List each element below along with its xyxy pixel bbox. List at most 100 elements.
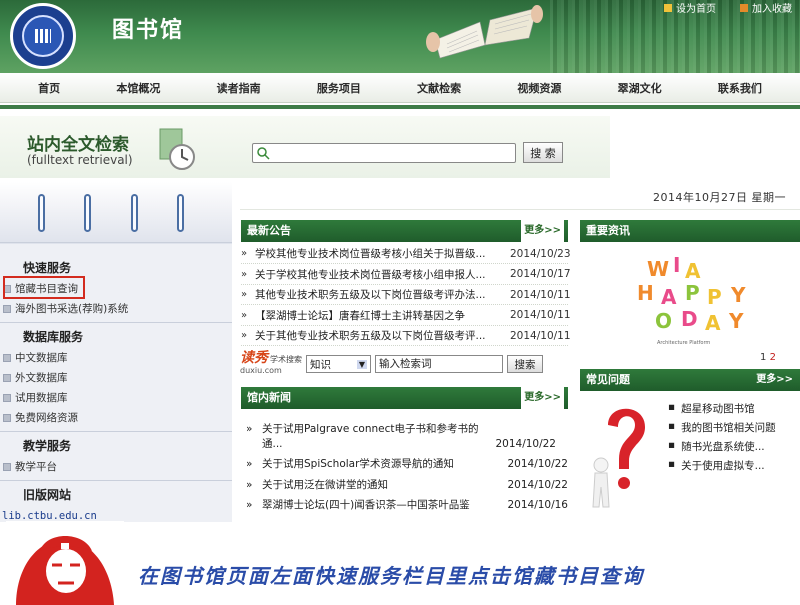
announcement-title[interactable]: 关于其他专业技术职务五级及以下岗位晋级考评... [255, 328, 510, 343]
svg-text:I: I [673, 253, 680, 277]
page-2[interactable]: 2 [770, 352, 776, 363]
news-title[interactable]: 关于试用SpiScholar学术资源导航的通知 [262, 457, 504, 472]
instruction-text: 在图书馆页面左面快速服务栏目里点击馆藏书目查询 [138, 564, 644, 588]
sidebar-item-chinese-db[interactable]: 中文数据库 [0, 348, 232, 368]
duxiu-search-button[interactable]: 搜索 [507, 355, 543, 373]
announcement-date: 2014/10/11 [510, 329, 571, 342]
announcement-title[interactable]: 【翠湖博士论坛】唐春红博士主讲转基因之争 [255, 308, 510, 323]
sidebar-item-teaching-platform[interactable]: 教学平台 [0, 457, 232, 477]
page-1[interactable]: 1 [760, 352, 766, 363]
sidebar-item-overseas-books[interactable]: 海外图书采选(荐购)系统 [0, 299, 232, 319]
question-mark-figure [592, 408, 645, 508]
news-more-link[interactable]: 更多>> [521, 387, 564, 409]
announcement-date: 2014/10/17 [510, 268, 571, 280]
news-date: 2014/10/22 [507, 479, 568, 491]
database-services-heading: 数据库服务 [23, 330, 84, 344]
svg-text:H: H [637, 281, 654, 305]
announcement-row[interactable]: » 其他专业技术职务五级及以下岗位晋级考评办法... 2014/10/11 [241, 285, 571, 305]
svg-text:A: A [705, 311, 721, 335]
news-date: 2014/10/16 [507, 499, 568, 511]
search-icon [257, 147, 270, 160]
news-header: 馆内新闻 更多>> [241, 387, 568, 409]
announcements-more-link[interactable]: 更多>> [521, 220, 564, 242]
faq-item[interactable]: ▪ 超星移动图书馆 [668, 401, 755, 416]
ring-decoration [38, 194, 45, 232]
announcement-date: 2014/10/11 [510, 309, 571, 321]
bullet-icon: ▪ [668, 420, 676, 432]
fulltext-search-button[interactable]: 搜 索 [523, 142, 563, 163]
news-title[interactable]: 翠湖博士论坛(四十)闻香识茶—中国茶叶品鉴 [262, 498, 504, 513]
news-title[interactable]: 关于试用泛在微讲堂的通知 [262, 478, 504, 493]
faq-item[interactable]: ▪ 关于使用虚拟专... [668, 458, 765, 473]
svg-text:Y: Y [728, 309, 744, 333]
news-date: 2014/10/22 [495, 438, 556, 450]
arrow-icon: » [241, 309, 248, 321]
faq-item[interactable]: ▪ 随书光盘系统使... [668, 439, 765, 454]
arrow-icon: » [241, 248, 248, 259]
bullet-icon: ▪ [668, 439, 676, 451]
nav-reader-guide[interactable]: 读者指南 [217, 80, 261, 96]
svg-text:W: W [647, 257, 669, 281]
add-favorite-link[interactable]: 加入收藏 [740, 0, 792, 15]
svg-text:Y: Y [730, 283, 746, 307]
svg-text:Architecture Platform: Architecture Platform [657, 340, 710, 346]
chevron-down-icon: ▼ [356, 359, 367, 369]
top-links: 设为首页 加入收藏 [664, 0, 792, 15]
notebook-rings [0, 182, 232, 244]
ring-decoration [177, 194, 184, 232]
nav-contact[interactable]: 联系我们 [718, 80, 762, 96]
bullet-icon [3, 374, 11, 382]
nav-video[interactable]: 视频资源 [517, 80, 561, 96]
faq-more-link[interactable]: 更多>> [753, 369, 796, 391]
set-homepage-link[interactable]: 设为首页 [664, 0, 716, 15]
announcement-title[interactable]: 其他专业技术职务五级及以下岗位晋级考评办法... [255, 287, 510, 302]
svg-text:P: P [685, 281, 700, 305]
open-book-illustration [426, 5, 543, 59]
duxiu-category-select[interactable]: 知识 ▼ [306, 355, 371, 373]
nav-culture[interactable]: 翠湖文化 [618, 80, 662, 96]
site-header: 图书馆 设为首页 加入收藏 [0, 0, 800, 73]
sidebar-item-trial-db[interactable]: 试用数据库 [0, 388, 232, 408]
bullet-icon [3, 305, 11, 313]
svg-text:P: P [707, 285, 722, 309]
announcement-row[interactable]: » 学校其他专业技术岗位晋级考核小组关于拟晋级... 2014/10/23 [241, 244, 571, 264]
ring-decoration [84, 194, 91, 232]
news-title[interactable]: 关于试用Palgrave connect电子书和参考书的通... [262, 422, 492, 452]
news-row[interactable]: » 关于试用Palgrave connect电子书和参考书的通... 2014/10… [246, 422, 568, 452]
announcement-title[interactable]: 学校其他专业技术岗位晋级考核小组关于拟晋级... [255, 246, 510, 261]
duxiu-search-input[interactable]: 输入检索词 [375, 355, 503, 373]
nav-literature-search[interactable]: 文献检索 [417, 80, 461, 96]
news-row[interactable]: » 关于试用泛在微讲堂的通知 2014/10/22 [246, 478, 568, 493]
sidebar-item-foreign-db[interactable]: 外文数据库 [0, 368, 232, 388]
announcement-row[interactable]: » 关于其他专业技术职务五级及以下岗位晋级考评... 2014/10/11 [241, 326, 571, 346]
announcement-row[interactable]: » 【翠湖博士论坛】唐春红博士主讲转基因之争 2014/10/11 [241, 306, 571, 326]
fulltext-search-input[interactable] [252, 143, 516, 163]
fulltext-search-band: 站内全文检索 (fulltext retrieval) 搜 索 [0, 105, 800, 179]
duxiu-search: 读秀 学术搜索 duxiu.com 知识 ▼ 输入检索词 搜索 [240, 351, 570, 376]
svg-text:O: O [655, 309, 672, 333]
svg-text:D: D [681, 307, 698, 331]
important-info-image[interactable]: WIA HAPPY ODAY Architecture Platform [607, 248, 797, 358]
arrow-icon: » [241, 330, 248, 341]
old-site-heading: 旧版网站 [23, 488, 72, 502]
arrow-icon: » [246, 423, 253, 435]
fulltext-subtitle: (fulltext retrieval) [27, 153, 133, 167]
svg-text:A: A [685, 259, 701, 283]
bullet-icon: ▪ [668, 458, 676, 470]
bullet-icon [3, 394, 11, 402]
news-row[interactable]: » 关于试用SpiScholar学术资源导航的通知 2014/10/22 [246, 457, 568, 472]
arrow-icon: » [241, 289, 248, 300]
university-logo[interactable] [10, 3, 76, 69]
nav-home[interactable]: 首页 [38, 80, 60, 96]
news-row[interactable]: » 翠湖博士论坛(四十)闻香识茶—中国茶叶品鉴 2014/10/16 [246, 498, 568, 513]
nav-about[interactable]: 本馆概况 [116, 80, 160, 96]
nav-services[interactable]: 服务项目 [317, 80, 361, 96]
teaching-services-heading: 教学服务 [23, 439, 72, 453]
announcement-row[interactable]: » 关于学校其他专业技术岗位晋级考核小组申报人... 2014/10/17 [241, 265, 571, 285]
faq-item[interactable]: ▪ 我的图书馆相关问题 [668, 420, 776, 435]
announcement-title[interactable]: 关于学校其他专业技术岗位晋级考核小组申报人... [255, 267, 510, 282]
current-date: 2014年10月27日 星期一 [653, 191, 786, 204]
sidebar-item-free-resources[interactable]: 免费网络资源 [0, 408, 232, 428]
image-pager: 1 2 [760, 352, 776, 363]
svg-text:A: A [661, 285, 677, 309]
